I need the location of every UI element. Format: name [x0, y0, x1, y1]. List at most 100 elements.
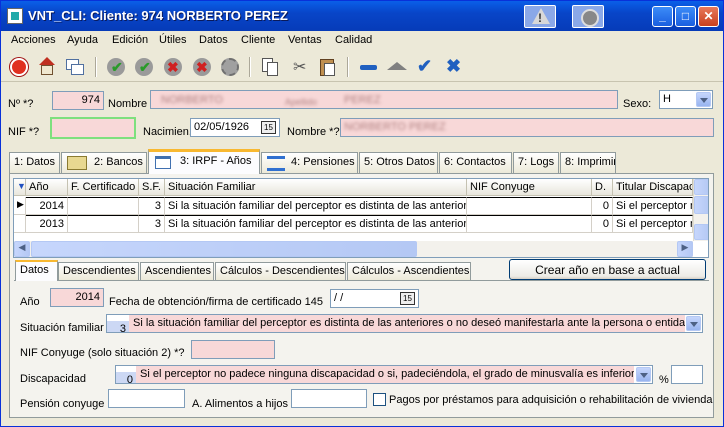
alimentos-field[interactable] [291, 389, 367, 408]
row-pointer-icon: ▶ [14, 197, 26, 215]
row-selector[interactable] [14, 215, 26, 233]
toolbar-separator [95, 57, 97, 77]
nacimiento-label: Nacimien. [143, 126, 192, 138]
window-title: VNT_CLI: Cliente: 974 NORBERTO PEREZ [28, 8, 288, 23]
delete-one-icon[interactable]: ✖ [190, 55, 214, 79]
tab-bancos[interactable]: 2: Bancos [61, 152, 147, 173]
subtab-ascendientes[interactable]: Ascendientes [140, 262, 214, 280]
scroll-down-icon[interactable] [694, 224, 708, 240]
crear-anio-button[interactable]: Crear año en base a actual [509, 259, 706, 280]
col-header-situacion[interactable]: Situación Familiar [165, 179, 467, 196]
alimentos-label: A. Alimentos a hijos [192, 398, 288, 410]
check-all-icon[interactable]: ✔ [104, 55, 128, 79]
menu-acciones[interactable]: Acciones [11, 34, 56, 46]
anio-field[interactable]: 2014 [50, 288, 104, 307]
col-header-nif-conyuge[interactable]: NIF Conyuge [467, 179, 592, 196]
situacion-select[interactable]: 3 Si la situación familiar del perceptor … [106, 314, 703, 333]
percent-field[interactable] [671, 365, 703, 384]
col-header-titular[interactable]: Titular Discapacid [613, 179, 693, 196]
pagos-checkbox[interactable] [373, 393, 386, 406]
fecha-field[interactable]: / / 15 [330, 289, 419, 308]
table-row-cell[interactable]: 3 [139, 215, 165, 233]
title-bar[interactable]: VNT_CLI: Cliente: 974 NORBERTO PEREZ ! _… [1, 1, 723, 31]
nif-field[interactable] [50, 117, 136, 139]
menu-ventas[interactable]: Ventas [288, 34, 322, 46]
table-row-cell[interactable]: Si la situación familiar del perceptor e… [165, 197, 467, 215]
up-triangle-icon[interactable] [385, 55, 409, 79]
tab-pensiones[interactable]: 4: Pensiones [261, 152, 358, 173]
table-row-cell[interactable] [68, 197, 139, 215]
subtab-descendientes[interactable]: Descendientes [58, 262, 139, 280]
table-row-cell[interactable]: Si la situación familiar del perceptor e… [165, 215, 467, 233]
table-row-cell[interactable]: 0 [592, 197, 613, 215]
scroll-left-icon[interactable]: ◀ [14, 241, 30, 257]
cancel-icon[interactable]: ✖ [441, 55, 465, 79]
chevron-down-icon[interactable] [696, 92, 711, 107]
horizontal-scrollbar[interactable]: ◀ ▶ [14, 241, 693, 257]
nif-conyuge-field[interactable] [191, 340, 275, 359]
maximize-button[interactable]: □ [675, 6, 696, 27]
tab-irpf-anios[interactable]: 3: IRPF - Años [148, 149, 260, 174]
menu-utiles[interactable]: Útiles [159, 34, 187, 46]
table-row-cell[interactable] [467, 215, 592, 233]
minus-icon[interactable] [357, 55, 381, 79]
chevron-down-icon[interactable] [686, 316, 701, 331]
settings-gear-icon[interactable] [572, 5, 604, 28]
table-row-cell[interactable]: 2014 [26, 197, 68, 215]
table-row-cell[interactable]: Si el perceptor n [613, 197, 693, 215]
scroll-up-icon[interactable] [694, 179, 708, 195]
apellido-value: PEREZ [344, 94, 381, 106]
table-row-cell[interactable] [467, 197, 592, 215]
menu-datos[interactable]: Datos [199, 34, 228, 46]
col-header-fcertificado[interactable]: F. Certificado [68, 179, 139, 196]
nombre-field[interactable]: NORBERTO Apellido PEREZ [150, 90, 618, 109]
tab-imprimir[interactable]: 8: Imprimir [560, 152, 616, 173]
col-header-anio[interactable]: Año [26, 179, 68, 196]
copy-icon[interactable] [258, 55, 282, 79]
check-one-icon[interactable]: ✔ [132, 55, 156, 79]
sexo-select[interactable]: H [659, 90, 713, 109]
chevron-down-icon[interactable] [636, 367, 651, 382]
subtab-calc-ascendientes[interactable]: Cálculos - Ascendientes [347, 262, 471, 280]
tab-contactos[interactable]: 6: Contactos [439, 152, 512, 173]
tab-otros-datos[interactable]: 5: Otros Datos [359, 152, 438, 173]
windows-icon[interactable] [63, 55, 87, 79]
cut-icon[interactable]: ✂ [288, 55, 312, 79]
menu-calidad[interactable]: Calidad [335, 34, 372, 46]
confirm-icon[interactable]: ✔ [413, 55, 437, 79]
num-field[interactable]: 974 [52, 91, 104, 110]
table-row-cell[interactable] [68, 215, 139, 233]
menu-edicion[interactable]: Edición [112, 34, 148, 46]
app-icon [7, 8, 23, 24]
table-row-cell[interactable]: 0 [592, 215, 613, 233]
discapacidad-select[interactable]: 0 Si el perceptor no padece ninguna disca… [115, 365, 653, 384]
scroll-h-thumb[interactable] [31, 241, 417, 257]
pension-field[interactable] [108, 389, 185, 408]
table-row-cell[interactable]: 2013 [26, 215, 68, 233]
subtab-calc-descendientes[interactable]: Cálculos - Descendientes [215, 262, 346, 280]
calendar-icon[interactable]: 15 [400, 292, 415, 305]
scroll-right-icon[interactable]: ▶ [677, 241, 693, 257]
close-button[interactable]: ✕ [698, 6, 719, 27]
vertical-scrollbar[interactable] [693, 179, 708, 241]
table-row-cell[interactable]: Si el perceptor n [613, 215, 693, 233]
menu-cliente[interactable]: Cliente [241, 34, 275, 46]
calendar-icon[interactable]: 15 [261, 121, 276, 134]
delete-all-icon[interactable]: ✖ [161, 55, 185, 79]
table-row-cell[interactable]: 3 [139, 197, 165, 215]
scroll-thumb[interactable] [694, 196, 708, 214]
tab-logs[interactable]: 7: Logs [513, 152, 559, 173]
paste-icon[interactable] [316, 55, 340, 79]
col-header-d[interactable]: D. [592, 179, 613, 196]
menu-ayuda[interactable]: Ayuda [67, 34, 98, 46]
home-icon[interactable] [35, 55, 59, 79]
gear-icon[interactable] [218, 55, 242, 79]
nacimiento-field[interactable]: 02/05/1926 15 [190, 118, 280, 137]
minimize-button[interactable]: _ [652, 6, 673, 27]
tab-datos[interactable]: 1: Datos [9, 152, 60, 173]
power-icon[interactable] [7, 55, 31, 79]
nombre2-field[interactable]: NORBERTO PEREZ [340, 118, 714, 137]
warning-icon[interactable]: ! [524, 5, 556, 28]
col-header-sf[interactable]: S.F. [139, 179, 165, 196]
subtab-datos[interactable]: Datos [15, 260, 58, 281]
